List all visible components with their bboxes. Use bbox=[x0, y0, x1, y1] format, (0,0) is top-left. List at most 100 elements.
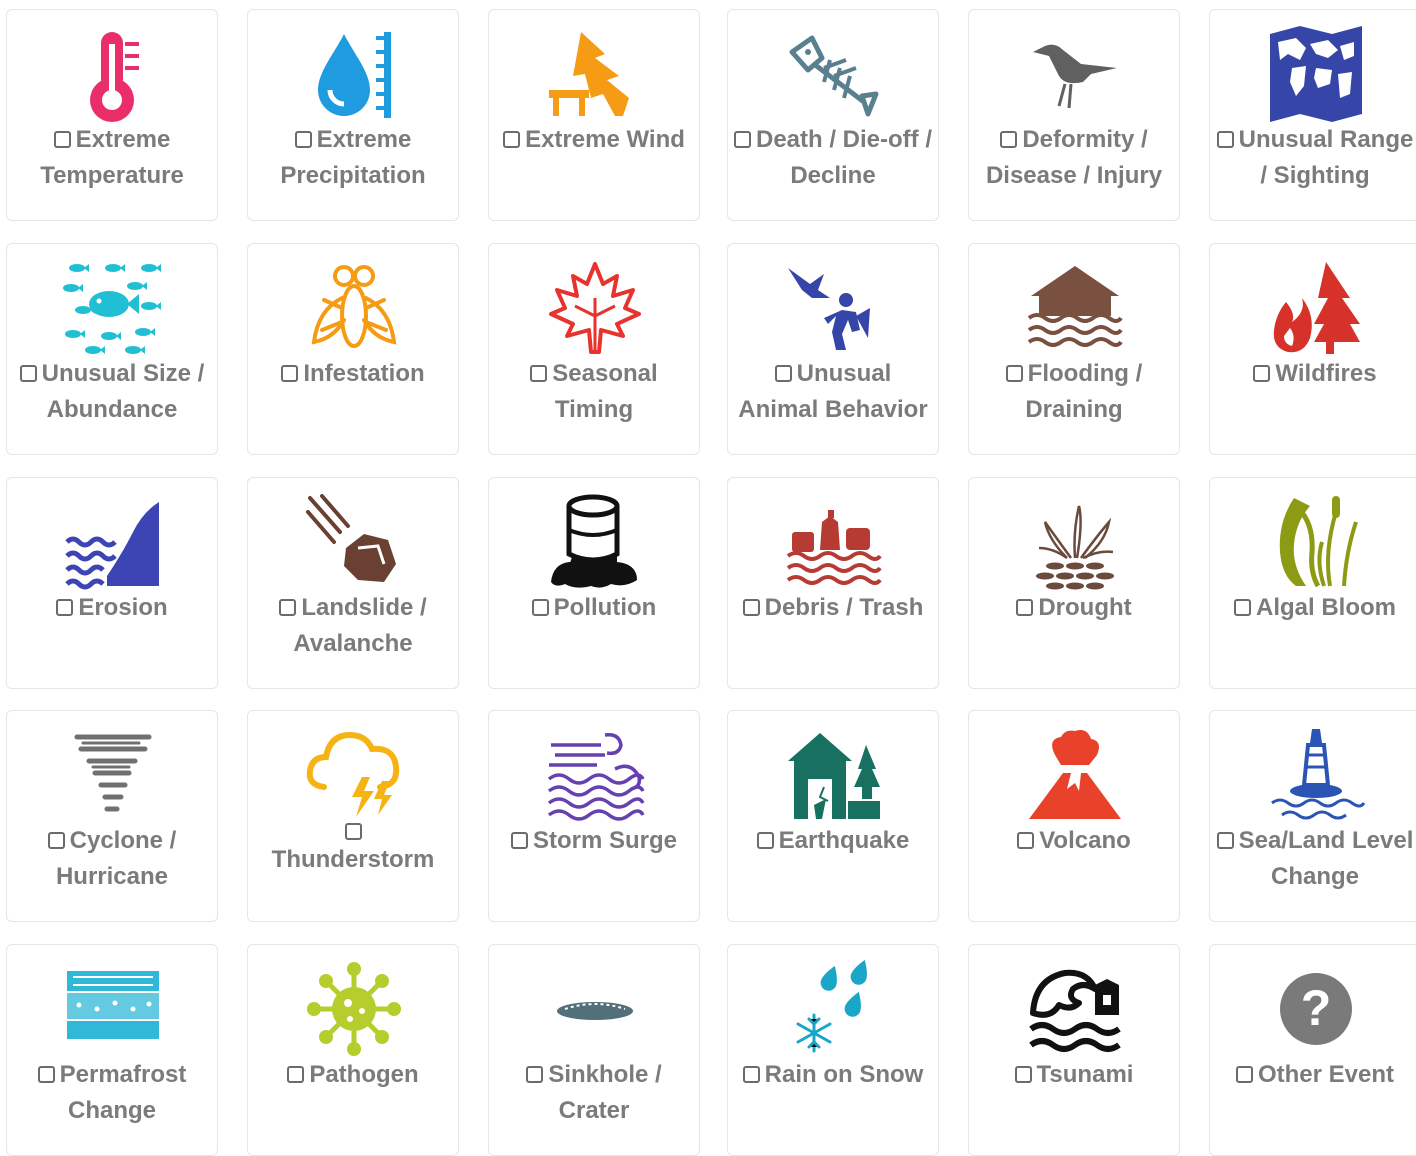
category-checkbox-landslide-avalanche[interactable] bbox=[279, 599, 297, 616]
category-checkbox-unusual-size-abundance[interactable] bbox=[19, 365, 37, 382]
category-card-seasonal-timing[interactable]: Seasonal Timing bbox=[488, 243, 700, 455]
storm-cloud-icon bbox=[304, 725, 404, 825]
category-card-wildfires[interactable]: Wildfires bbox=[1209, 243, 1416, 455]
algae-icon bbox=[1266, 492, 1366, 592]
bird-attack-icon bbox=[784, 258, 884, 358]
category-card-extreme-precipitation[interactable]: Extreme Precipitation bbox=[247, 9, 459, 221]
insect-icon bbox=[304, 258, 404, 358]
category-checkbox-thunderstorm[interactable] bbox=[344, 823, 362, 840]
category-card-landslide-avalanche[interactable]: Landslide / Avalanche bbox=[247, 477, 459, 689]
category-checkbox-death-die-off-decline[interactable] bbox=[734, 131, 751, 148]
category-option: Pathogen bbox=[254, 1057, 452, 1093]
category-checkbox-pathogen[interactable] bbox=[287, 1066, 305, 1083]
fish-school-icon bbox=[63, 258, 163, 358]
category-card-infestation[interactable]: Infestation bbox=[247, 243, 459, 455]
category-card-death-die-off-decline[interactable]: Death / Die-off / Decline bbox=[727, 9, 939, 221]
tsunami-wave-icon bbox=[1025, 959, 1125, 1059]
thermometer-icon bbox=[63, 24, 163, 124]
category-card-permafrost-change[interactable]: Permafrost Change bbox=[6, 944, 218, 1156]
category-card-sea-land-level-change[interactable]: Sea/Land Level Change bbox=[1209, 710, 1416, 922]
category-card-pathogen[interactable]: Pathogen bbox=[247, 944, 459, 1156]
category-card-other-event[interactable]: ? Other Event bbox=[1209, 944, 1416, 1156]
category-checkbox-storm-surge[interactable] bbox=[510, 832, 528, 849]
category-card-unusual-size-abundance[interactable]: Unusual Size / Abundance bbox=[6, 243, 218, 455]
category-card-rain-on-snow[interactable]: Rain on Snow bbox=[727, 944, 939, 1156]
permafrost-layers-icon bbox=[63, 959, 163, 1059]
category-label: Drought bbox=[1038, 594, 1132, 621]
category-checkbox-cyclone-hurricane[interactable] bbox=[47, 832, 65, 849]
category-card-deformity-disease-injury[interactable]: Deformity / Disease / Injury bbox=[968, 9, 1180, 221]
category-checkbox-unusual-animal-behavior[interactable] bbox=[774, 365, 792, 382]
category-card-algal-bloom[interactable]: Algal Bloom bbox=[1209, 477, 1416, 689]
svg-text:?: ? bbox=[1301, 980, 1332, 1036]
category-checkbox-rain-on-snow[interactable] bbox=[742, 1066, 760, 1083]
category-card-storm-surge[interactable]: Storm Surge bbox=[488, 710, 700, 922]
category-checkbox-debris-trash[interactable] bbox=[742, 599, 760, 616]
category-label: Unusual Animal Behavior bbox=[738, 360, 928, 423]
category-checkbox-pollution[interactable] bbox=[531, 599, 549, 616]
category-checkbox-drought[interactable] bbox=[1016, 599, 1034, 616]
category-option: Sinkhole / Crater bbox=[495, 1057, 693, 1129]
category-option: Volcano bbox=[975, 823, 1173, 859]
category-checkbox-wildfires[interactable] bbox=[1253, 365, 1271, 382]
category-label: Other Event bbox=[1257, 1061, 1395, 1088]
falling-rock-icon bbox=[304, 492, 404, 592]
category-checkbox-permafrost-change[interactable] bbox=[37, 1066, 55, 1083]
category-card-extreme-wind[interactable]: Extreme Wind bbox=[488, 9, 700, 221]
category-checkbox-extreme-wind[interactable] bbox=[503, 131, 521, 148]
category-option: Debris / Trash bbox=[734, 590, 932, 626]
category-option: Seasonal Timing bbox=[495, 356, 693, 428]
buoy-icon bbox=[1266, 725, 1366, 825]
category-card-debris-trash[interactable]: Debris / Trash bbox=[727, 477, 939, 689]
category-checkbox-algal-bloom[interactable] bbox=[1233, 599, 1251, 616]
category-card-volcano[interactable]: Volcano bbox=[968, 710, 1180, 922]
category-option: Extreme Temperature bbox=[13, 122, 211, 194]
category-label: Permafrost Change bbox=[59, 1061, 187, 1124]
category-option: Tsunami bbox=[975, 1057, 1173, 1093]
category-label: Seasonal Timing bbox=[552, 360, 658, 423]
category-card-extreme-temperature[interactable]: Extreme Temperature bbox=[6, 9, 218, 221]
category-card-erosion[interactable]: Erosion bbox=[6, 477, 218, 689]
category-checkbox-deformity-disease-injury[interactable] bbox=[1000, 131, 1018, 148]
bird-icon bbox=[1025, 24, 1125, 124]
category-card-earthquake[interactable]: Earthquake bbox=[727, 710, 939, 922]
category-card-cyclone-hurricane[interactable]: Cyclone / Hurricane bbox=[6, 710, 218, 922]
category-option: Sea/Land Level Change bbox=[1216, 823, 1414, 895]
category-card-tsunami[interactable]: Tsunami bbox=[968, 944, 1180, 1156]
raindrop-gauge-icon bbox=[304, 24, 404, 124]
category-checkbox-sinkhole-crater[interactable] bbox=[526, 1066, 544, 1083]
category-option: Permafrost Change bbox=[13, 1057, 211, 1129]
category-checkbox-extreme-precipitation[interactable] bbox=[294, 131, 312, 148]
category-checkbox-erosion[interactable] bbox=[56, 599, 74, 616]
category-label: Unusual Range / Sighting bbox=[1238, 126, 1414, 189]
category-option: Unusual Animal Behavior bbox=[734, 356, 932, 428]
category-checkbox-other-event[interactable] bbox=[1235, 1066, 1253, 1083]
category-checkbox-volcano[interactable] bbox=[1017, 832, 1035, 849]
category-card-drought[interactable]: Drought bbox=[968, 477, 1180, 689]
category-checkbox-flooding-draining[interactable] bbox=[1005, 365, 1023, 382]
category-label: Death / Die-off / Decline bbox=[756, 126, 933, 189]
category-label: Tsunami bbox=[1036, 1061, 1134, 1088]
category-checkbox-unusual-range-sighting[interactable] bbox=[1216, 131, 1234, 148]
category-card-unusual-animal-behavior[interactable]: Unusual Animal Behavior bbox=[727, 243, 939, 455]
category-label: Unusual Size / Abundance bbox=[41, 360, 205, 423]
category-option: Deformity / Disease / Injury bbox=[975, 122, 1173, 194]
category-checkbox-sea-land-level-change[interactable] bbox=[1216, 832, 1234, 849]
category-card-sinkhole-crater[interactable]: Sinkhole / Crater bbox=[488, 944, 700, 1156]
category-option: Infestation bbox=[254, 356, 452, 392]
category-card-pollution[interactable]: Pollution bbox=[488, 477, 700, 689]
category-checkbox-seasonal-timing[interactable] bbox=[530, 365, 548, 382]
category-checkbox-earthquake[interactable] bbox=[756, 832, 774, 849]
category-card-unusual-range-sighting[interactable]: Unusual Range / Sighting bbox=[1209, 9, 1416, 221]
category-card-flooding-draining[interactable]: Flooding / Draining bbox=[968, 243, 1180, 455]
flooded-house-icon bbox=[1025, 258, 1125, 358]
erosion-waves-icon bbox=[63, 492, 163, 592]
category-checkbox-extreme-temperature[interactable] bbox=[53, 131, 71, 148]
category-card-thunderstorm[interactable]: Thunderstorm bbox=[247, 710, 459, 922]
category-label: Wildfires bbox=[1275, 360, 1377, 387]
category-option: Unusual Range / Sighting bbox=[1216, 122, 1414, 194]
category-label: Algal Bloom bbox=[1255, 594, 1396, 621]
category-checkbox-tsunami[interactable] bbox=[1014, 1066, 1032, 1083]
category-checkbox-infestation[interactable] bbox=[281, 365, 299, 382]
category-label: Rain on Snow bbox=[764, 1061, 924, 1088]
